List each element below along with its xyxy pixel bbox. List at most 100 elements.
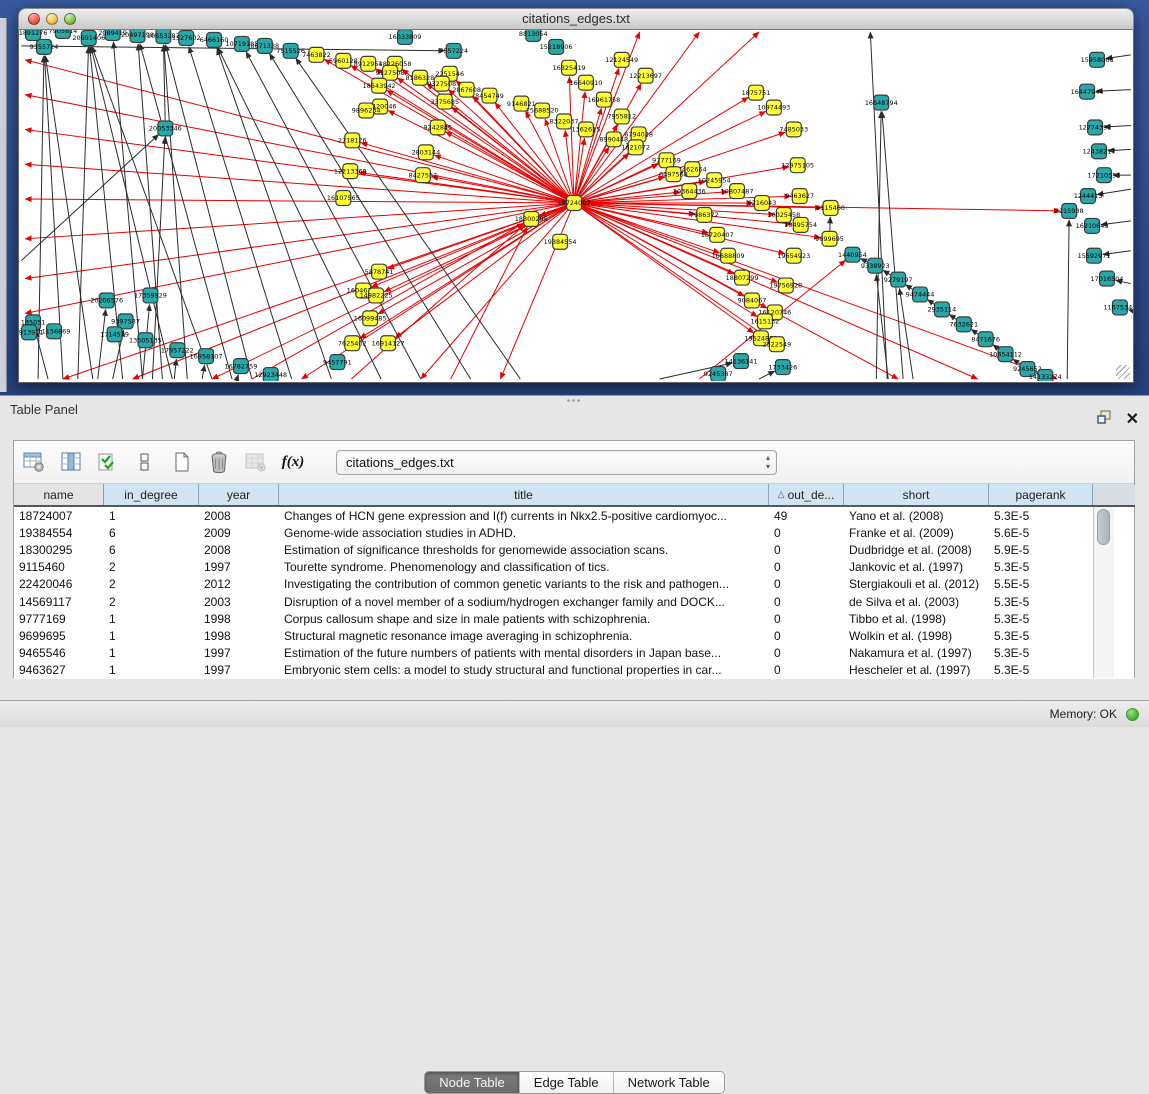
network-edge[interactable] [395, 203, 574, 338]
network-edge[interactable] [302, 203, 574, 379]
tab-edge-table[interactable]: Edge Table [520, 1072, 614, 1093]
table-row[interactable]: 1456911722003Disruption of a novel membe… [14, 593, 1134, 610]
network-node[interactable]: 8471676 [971, 332, 1000, 347]
close-panel-icon[interactable]: ✕ [1126, 413, 1139, 427]
network-edge[interactable] [218, 48, 381, 379]
network-node[interactable]: 1244413 [1074, 189, 1103, 204]
network-edge[interactable] [899, 288, 913, 379]
network-node[interactable]: 20206576 [90, 293, 123, 308]
network-node[interactable]: 9463627 [785, 189, 814, 204]
network-node[interactable]: 10807487 [721, 184, 754, 199]
network-node[interactable]: 16210643 [1076, 218, 1109, 233]
network-edge[interactable] [189, 47, 292, 380]
network-edge[interactable] [78, 47, 89, 379]
table-row[interactable]: 977716911998Corpus callosum shape and si… [14, 610, 1134, 627]
network-node[interactable]: 2935114 [928, 302, 957, 317]
table-scrollbar[interactable] [1093, 507, 1114, 678]
table-columns-icon[interactable] [59, 450, 83, 474]
network-node[interactable]: 1875751 [742, 85, 771, 100]
network-node[interactable]: 17210553 [1088, 168, 1121, 183]
network-edge[interactable] [574, 203, 898, 379]
network-node[interactable]: 2803144 [411, 145, 440, 160]
column-header-title[interactable]: title [279, 484, 769, 505]
window-resize-grip[interactable] [1116, 365, 1130, 379]
table-row[interactable]: 946362711997Embryonic stem cells: a mode… [14, 662, 1134, 679]
network-edge[interactable] [870, 32, 887, 379]
network-edge[interactable] [98, 309, 106, 379]
network-node[interactable]: 16447944 [1071, 84, 1104, 99]
network-node[interactable]: 12124549 [605, 52, 638, 67]
function-icon[interactable]: f(x) [281, 450, 305, 474]
tab-network-table[interactable]: Network Table [614, 1072, 724, 1093]
network-node[interactable]: 16640910 [570, 75, 603, 90]
network-node[interactable]: 16107565 [327, 191, 360, 206]
scrollbar-thumb[interactable] [1097, 509, 1110, 545]
import-checks-icon[interactable] [96, 450, 120, 474]
table-row[interactable]: 946554611997Estimation of the future num… [14, 645, 1134, 662]
close-window-icon[interactable] [28, 13, 40, 25]
network-node[interactable]: 7632621 [949, 317, 978, 332]
network-node[interactable]: 14136141 [725, 354, 758, 369]
network-edge[interactable] [237, 375, 238, 379]
table-row[interactable]: 1830029562008Estimation of significance … [14, 541, 1134, 558]
network-node[interactable]: 10688809 [712, 248, 745, 263]
network-node[interactable]: 16325419 [553, 60, 586, 75]
network-node[interactable]: 12923448 [254, 368, 287, 381]
network-node[interactable]: 2718126 [338, 133, 367, 148]
network-edge[interactable] [388, 111, 574, 203]
network-node[interactable]: 16099485 [354, 311, 387, 326]
network-node[interactable]: 16033809 [389, 30, 422, 44]
network-edge[interactable] [361, 143, 574, 203]
table-select-dropdown[interactable]: citations_edges.txt ▴▾ [336, 450, 777, 475]
network-window[interactable]: citations_edges.txt 18724007935572420691… [18, 8, 1134, 383]
network-edge[interactable] [25, 129, 574, 203]
network-node[interactable]: 9115460 [816, 201, 845, 216]
network-edge[interactable] [25, 164, 574, 203]
network-edge[interactable] [759, 371, 775, 379]
column-header-name[interactable]: name [14, 484, 104, 505]
network-node[interactable]: 12975105 [781, 158, 814, 173]
network-node[interactable]: 9355724 [30, 39, 59, 54]
minimize-window-icon[interactable] [46, 13, 58, 25]
table-row[interactable]: 1938455462009Genome-wide association stu… [14, 524, 1134, 541]
network-node[interactable]: 6466160 [200, 32, 229, 47]
tab-node-table[interactable]: Node Table [425, 1072, 520, 1093]
zoom-window-icon[interactable] [64, 13, 76, 25]
network-edge[interactable] [217, 48, 331, 379]
network-node[interactable]: 17016504 [1091, 271, 1124, 286]
network-node[interactable]: 7485033 [779, 122, 808, 137]
row-pair-icon[interactable] [133, 450, 157, 474]
float-window-icon[interactable] [1097, 410, 1112, 429]
table-row[interactable]: 2242004622012Investigating the contribut… [14, 576, 1134, 593]
network-window-titlebar[interactable]: citations_edges.txt [18, 8, 1134, 30]
network-edge[interactable] [164, 45, 187, 379]
column-header-short[interactable]: short [844, 484, 989, 505]
trash-icon[interactable] [207, 450, 231, 474]
network-edge[interactable] [25, 95, 574, 203]
table-row[interactable]: 969969511998Structural magnetic resonanc… [14, 627, 1134, 644]
network-node[interactable]: 8813054 [519, 30, 548, 41]
column-header-pagerank[interactable]: pagerank [989, 484, 1093, 505]
network-node[interactable]: 16914127 [372, 336, 405, 351]
network-node[interactable]: 9279197 [884, 272, 913, 287]
network-node[interactable]: 9474444 [906, 287, 935, 302]
delete-table-icon[interactable] [244, 450, 268, 474]
network-edge[interactable] [140, 44, 232, 379]
new-document-icon[interactable] [170, 450, 194, 474]
network-node[interactable]: 15958068 [1081, 52, 1114, 67]
network-node[interactable]: 10654112 [989, 347, 1022, 362]
network-edge[interactable] [574, 203, 1057, 379]
network-node[interactable]: 7515526 [276, 43, 305, 58]
network-node[interactable]: 11675346 [1103, 300, 1133, 315]
network-edge[interactable] [1067, 220, 1069, 379]
splitter-handle[interactable] [566, 398, 582, 403]
network-node[interactable]: 7557224 [439, 43, 468, 58]
network-node[interactable]: 19654923 [777, 248, 810, 263]
network-edge[interactable] [138, 44, 162, 379]
network-node[interactable]: 12438217 [1083, 144, 1116, 159]
table-row[interactable]: 911546021997Tourette syndrome. Phenomeno… [14, 559, 1134, 576]
network-edge[interactable] [246, 52, 421, 379]
network-edge[interactable] [35, 331, 48, 379]
network-node[interactable]: 15592971 [1078, 248, 1111, 263]
memory-status-icon[interactable] [1126, 708, 1139, 721]
